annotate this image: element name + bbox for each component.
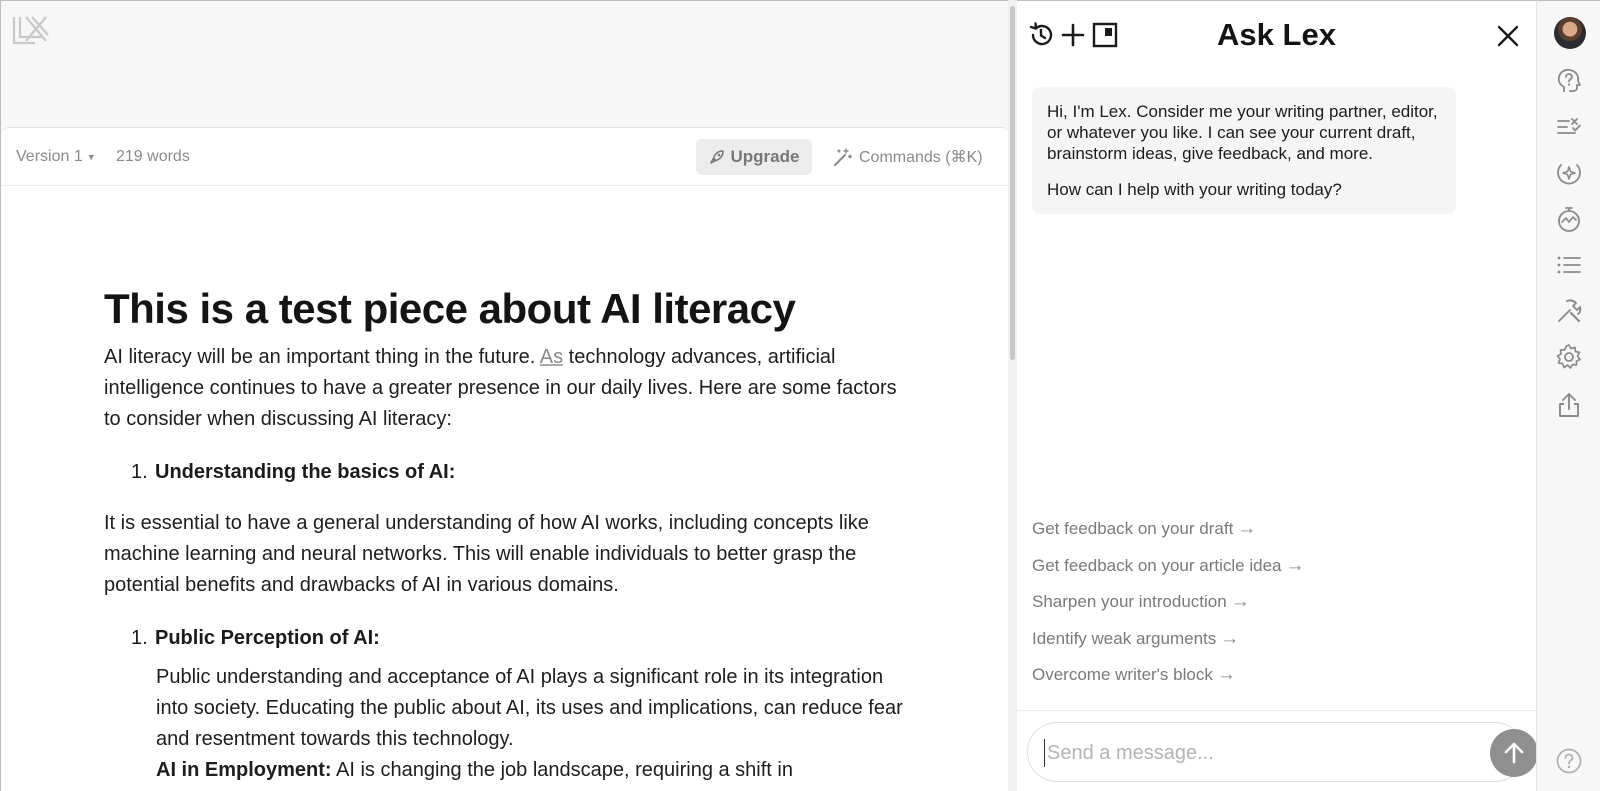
message-composer — [1027, 722, 1538, 782]
list-item: 1. Public Perception of AI: — [104, 623, 904, 654]
composer-divider — [1017, 710, 1536, 711]
paragraph: Public understanding and acceptance of A… — [156, 666, 903, 750]
document-title: This is a test piece about AI literacy — [104, 285, 796, 332]
greeting-text: Hi, I'm Lex. Consider me your writing pa… — [1047, 102, 1438, 163]
arrow-right-icon: → — [1285, 554, 1305, 576]
editor-toolbar: Version 1 ▼ 219 words Upgrade Commands (⌘… — [1, 128, 1009, 186]
paragraph-intro: AI literacy will be an important thing i… — [104, 342, 904, 435]
arrow-right-icon: → — [1220, 627, 1240, 649]
version-label: Version 1 — [16, 148, 83, 165]
arrow-right-icon: → — [1237, 518, 1257, 539]
suggestion-get-feedback-draft[interactable]: Get feedback on your draft → — [1032, 519, 1304, 556]
suggestion-label: Get feedback on your draft — [1032, 519, 1234, 538]
suggestion-label: Sharpen your introduction — [1032, 592, 1227, 611]
version-selector[interactable]: Version 1 ▼ — [16, 148, 96, 166]
readability-gauge-icon[interactable] — [1555, 205, 1583, 233]
suggestion-writers-block[interactable]: Overcome writer's block → — [1032, 665, 1304, 702]
help-icon[interactable] — [1555, 747, 1583, 775]
list-number: 1. — [131, 461, 148, 483]
greeting-question: How can I help with your writing today? — [1047, 180, 1342, 199]
lex-logo-icon[interactable] — [11, 13, 51, 49]
list-heading: Public Perception of AI: — [155, 627, 380, 649]
suggestion-label: Overcome writer's block — [1032, 665, 1213, 684]
suggestion-sharpen-intro[interactable]: Sharpen your introduction → — [1032, 592, 1304, 629]
ask-lex-icon[interactable] — [1555, 67, 1583, 95]
document-content[interactable]: This is a test piece about AI literacy A… — [104, 284, 904, 786]
sparkle-target-icon[interactable] — [1555, 159, 1583, 187]
inline-heading: AI in Employment: — [156, 759, 332, 781]
list-heading: Understanding the basics of AI: — [155, 461, 456, 483]
paragraph-text: AI literacy will be an important thing i… — [104, 346, 540, 368]
outline-list-icon[interactable] — [1555, 251, 1583, 279]
suggestion-label: Get feedback on your article idea — [1032, 555, 1282, 575]
editor-area: Version 1 ▼ 219 words Upgrade Commands (⌘… — [0, 0, 1009, 791]
list-number: 1. — [131, 627, 148, 649]
send-button[interactable] — [1490, 729, 1538, 777]
arrow-right-icon: → — [1216, 664, 1236, 685]
paragraph: It is essential to have a general unders… — [104, 512, 869, 596]
document-panel: Version 1 ▼ 219 words Upgrade Commands (⌘… — [1, 127, 1009, 791]
arrow-right-icon: → — [1230, 591, 1250, 612]
commands-label: Commands (⌘K) — [859, 149, 983, 166]
arrow-up-icon — [1504, 742, 1524, 764]
magic-wand-icon — [834, 147, 852, 166]
suggestion-weak-arguments[interactable]: Identify weak arguments → — [1032, 629, 1304, 666]
caret-down-icon: ▼ — [86, 151, 96, 162]
ask-lex-panel: Ask Lex Hi, I'm Lex. Consider me your wr… — [1017, 0, 1538, 791]
avatar[interactable] — [1554, 17, 1586, 49]
paragraph: AI in Employment: AI is changing the job… — [104, 755, 904, 786]
upgrade-label: Upgrade — [730, 147, 800, 166]
lex-greeting-message: Hi, I'm Lex. Consider me your writing pa… — [1032, 87, 1456, 214]
scrollbar-thumb[interactable] — [1010, 6, 1015, 360]
suggestion-list: Get feedback on your draft → Get feedback… — [1032, 519, 1304, 702]
paragraph-text: AI is changing the job landscape, requir… — [331, 759, 793, 781]
word-count: 219 words — [116, 148, 190, 165]
suggestion-get-feedback-idea[interactable]: Get feedback on your article idea → — [1032, 556, 1304, 593]
right-tool-rail — [1536, 0, 1600, 791]
rocket-icon — [709, 150, 724, 164]
highlighted-word[interactable]: As — [540, 346, 563, 368]
tools-icon[interactable] — [1555, 297, 1583, 325]
checks-icon[interactable] — [1555, 113, 1583, 141]
list-item: 1. Understanding the basics of AI: — [104, 457, 904, 488]
ask-lex-title: Ask Lex — [1217, 17, 1336, 52]
close-icon[interactable] — [1495, 23, 1521, 49]
message-input[interactable] — [1044, 739, 1454, 767]
settings-gear-icon[interactable] — [1555, 343, 1583, 371]
upgrade-button[interactable]: Upgrade — [696, 139, 812, 175]
suggestion-label: Identify weak arguments — [1032, 628, 1217, 648]
share-icon[interactable] — [1555, 391, 1583, 419]
editor-scrollbar[interactable] — [1008, 0, 1017, 791]
commands-button[interactable]: Commands (⌘K) — [833, 139, 983, 175]
